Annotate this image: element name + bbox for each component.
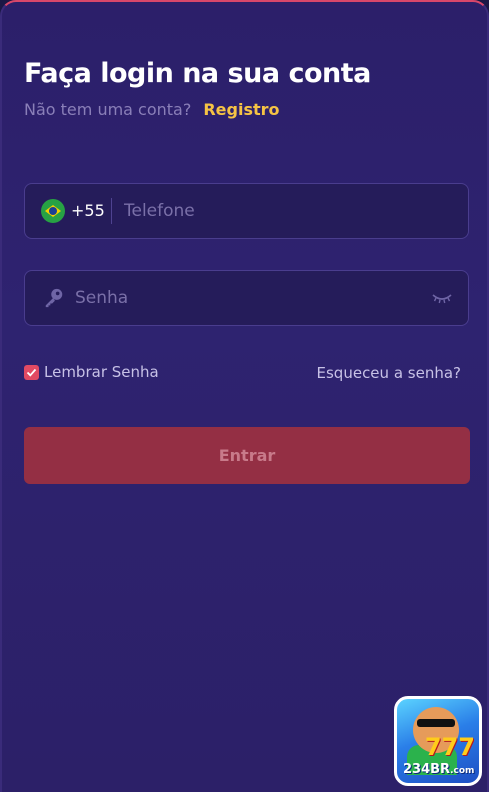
remember-checkbox[interactable] [24, 364, 39, 380]
key-icon [45, 288, 63, 308]
register-prompt: Não tem uma conta? Registro [24, 100, 280, 119]
remember-password[interactable]: Lembrar Senha [24, 363, 159, 381]
app-badge[interactable]: 777 234BR.com [394, 696, 482, 786]
badge-suffix: .com [450, 766, 475, 776]
phone-field[interactable]: +55 [24, 183, 469, 239]
no-account-text: Não tem uma conta? [24, 100, 192, 119]
sunglasses-icon [417, 719, 455, 727]
check-icon [26, 368, 37, 377]
register-link[interactable]: Registro [203, 100, 279, 119]
login-panel: Faça login na sua conta Não tem uma cont… [0, 0, 489, 792]
remember-label: Lembrar Senha [44, 363, 159, 381]
phone-divider [111, 198, 112, 224]
forgot-password-link[interactable]: Esqueceu a senha? [317, 364, 461, 382]
page-title: Faça login na sua conta [24, 58, 371, 89]
badge-logo-text: 234BR.com [403, 762, 474, 777]
eye-closed-icon[interactable] [432, 291, 452, 305]
badge-brand: 234BR [403, 762, 451, 777]
login-button[interactable]: Entrar [24, 427, 470, 484]
brazil-flag-icon [41, 199, 65, 223]
country-code[interactable]: +55 [71, 201, 105, 220]
password-field[interactable] [24, 270, 469, 326]
badge-number: 777 [424, 733, 475, 761]
password-input[interactable] [75, 271, 415, 325]
phone-input[interactable] [124, 184, 454, 238]
